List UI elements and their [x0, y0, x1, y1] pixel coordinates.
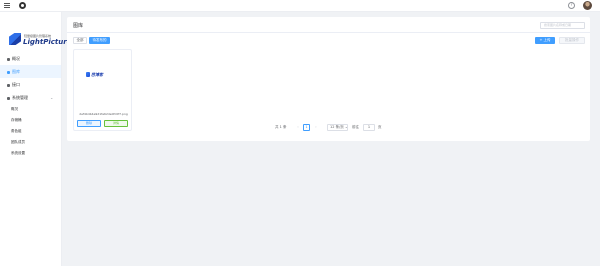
- upload-button[interactable]: + 上传: [535, 37, 555, 44]
- delete-button[interactable]: 删除: [77, 120, 101, 127]
- detail-button[interactable]: 详情: [104, 120, 128, 127]
- dashboard-icon: [7, 57, 10, 61]
- tab-unpublished[interactable]: 待发布的: [89, 37, 110, 44]
- app-logo[interactable]: 轻量级图片管理系统 LightPicture: [6, 23, 71, 49]
- page-suffix: 页: [378, 125, 382, 129]
- sidebar-item-overview[interactable]: 概况: [0, 52, 61, 65]
- api-icon: [7, 83, 10, 87]
- gallery-icon: [7, 70, 10, 74]
- logo-mark-icon: [9, 33, 21, 45]
- sidebar-item-system[interactable]: 系统管理 ⌄: [0, 91, 61, 104]
- sidebar-item-label: 概况: [12, 56, 20, 61]
- top-bar: ?: [0, 0, 600, 12]
- avatar[interactable]: [583, 1, 592, 10]
- pagination-page-1[interactable]: 1: [303, 124, 310, 131]
- sidebar: 轻量级图片管理系统 LightPicture 概况 图库 接口 系统管理 ⌄ 概…: [0, 12, 71, 266]
- logo-text: LightPicture: [23, 38, 72, 46]
- image-thumbnail[interactable]: 芭博客: [81, 54, 125, 98]
- sidebar-subitem-overview[interactable]: 概况: [0, 104, 61, 115]
- chevron-left-icon[interactable]: ‹: [295, 124, 301, 131]
- chevron-right-icon[interactable]: ›: [313, 124, 319, 131]
- gallery-panel: 图库 搜索图片名称或日期 全部 待发布的 + 上传 批量操作 芭博客 2ef4b…: [67, 17, 590, 141]
- sidebar-item-api[interactable]: 接口: [0, 78, 61, 91]
- goto-page-input[interactable]: 1: [363, 124, 375, 131]
- tab-all[interactable]: 全部: [73, 37, 87, 44]
- blog-logo-icon: [86, 72, 90, 77]
- pagination-total: 共 1 条: [275, 125, 287, 129]
- sidebar-item-gallery[interactable]: 图库: [0, 65, 61, 78]
- question-circle-icon[interactable]: ?: [568, 2, 575, 9]
- page-title: 图库: [73, 23, 84, 29]
- chevron-down-icon: ⌄: [50, 95, 54, 100]
- image-filename: 2ef4b4b4e9d1fe62de0fc0f7.png: [79, 112, 128, 116]
- sidebar-nav: 概况 图库 接口 系统管理 ⌄ 概况 存储桶 角色组 团队成员 系统设置: [0, 52, 61, 159]
- batch-operation-button[interactable]: 批量操作: [559, 37, 585, 44]
- sidebar-subitem-members[interactable]: 团队成员: [0, 137, 61, 148]
- sidebar-item-label: 系统管理: [12, 95, 28, 100]
- sidebar-subitem-buckets[interactable]: 存储桶: [0, 115, 61, 126]
- settings-icon: [7, 96, 10, 100]
- hamburger-menu-icon[interactable]: [4, 3, 10, 8]
- sidebar-subitem-settings[interactable]: 系统设置: [0, 148, 61, 159]
- thumbnail-text: 芭博客: [91, 72, 103, 77]
- sidebar-subitem-roles[interactable]: 角色组: [0, 126, 61, 137]
- divider: [67, 32, 590, 33]
- sidebar-item-label: 图库: [12, 69, 20, 74]
- image-card[interactable]: 芭博客 2ef4b4b4e9d1fe62de0fc0f7.png 删除 详情: [73, 49, 132, 131]
- search-input[interactable]: 搜索图片名称或日期: [540, 22, 585, 29]
- github-icon[interactable]: [19, 2, 26, 9]
- page-size-select[interactable]: 12 条/页 ⌄: [327, 124, 348, 131]
- goto-label: 前往: [352, 125, 359, 129]
- sidebar-item-label: 接口: [12, 82, 20, 87]
